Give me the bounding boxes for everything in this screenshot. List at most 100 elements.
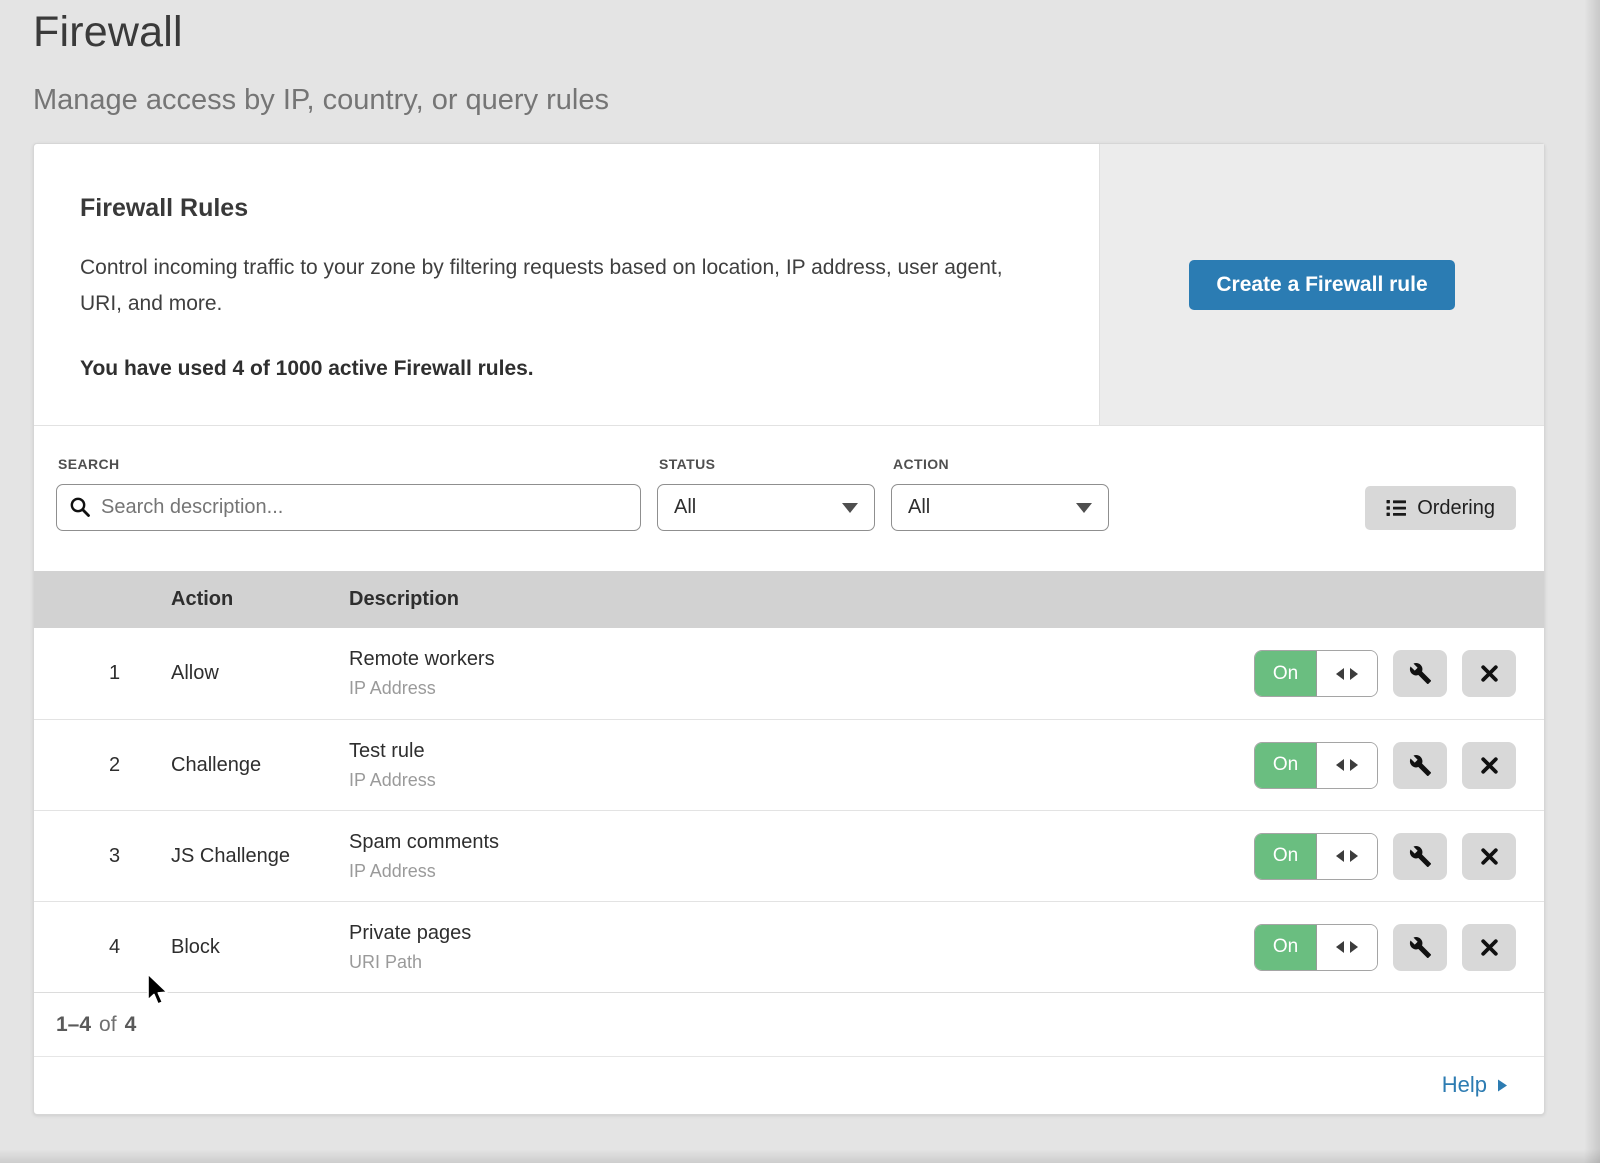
pagination-range: 1–4 [56,1013,91,1037]
help-link[interactable]: Help [1442,1072,1508,1098]
action-label: ACTION [893,456,1109,472]
page-title: Firewall [33,8,1600,57]
close-icon [1479,663,1500,684]
toggle-on-label: On [1255,834,1317,879]
table-row: 2 Challenge Test rule IP Address On [34,719,1544,810]
left-right-arrows-icon [1334,757,1360,773]
search-input[interactable] [56,484,641,531]
pagination: 1–4 of 4 [34,992,1544,1056]
pagination-total: 4 [125,1013,137,1037]
action-column-header: Action [171,588,349,611]
rules-table: Action Description 1 Allow Remote worker… [34,571,1544,1113]
status-label: STATUS [659,456,875,472]
rule-description: Remote workers [349,648,1254,671]
edit-rule-button[interactable] [1393,833,1447,880]
rules-usage-text: You have used 4 of 1000 active Firewall … [80,357,1043,381]
left-right-arrows-icon [1334,666,1360,682]
toggle-handle [1317,743,1377,788]
toggle-on-label: On [1255,925,1317,970]
rule-match-type: URI Path [349,952,1254,973]
rule-action: Block [171,936,349,959]
page-header: Firewall Manage access by IP, country, o… [0,0,1600,117]
edit-rule-button[interactable] [1393,924,1447,971]
table-row: 3 JS Challenge Spam comments IP Address … [34,810,1544,901]
rule-controls: On [1254,833,1544,880]
rule-action: Allow [171,662,349,685]
edit-rule-button[interactable] [1393,742,1447,789]
action-filter-group: ACTION All [891,456,1109,531]
help-link-label: Help [1442,1072,1487,1098]
left-right-arrows-icon [1334,939,1360,955]
left-right-arrows-icon [1334,848,1360,864]
firewall-rules-card: Firewall Rules Control incoming traffic … [33,143,1545,1115]
action-select[interactable]: All [891,484,1109,531]
wrench-icon [1409,936,1432,959]
help-arrow-icon [1496,1078,1508,1093]
card-top-section: Firewall Rules Control incoming traffic … [34,144,1544,426]
ordering-button[interactable]: Ordering [1365,486,1516,530]
rule-enabled-toggle[interactable]: On [1254,742,1378,789]
rule-priority: 3 [34,845,171,868]
close-icon [1479,755,1500,776]
toggle-handle [1317,651,1377,696]
rule-match-type: IP Address [349,770,1254,791]
rule-description-cell: Remote workers IP Address [349,648,1254,699]
pagination-of-label: of [99,1013,117,1037]
page-subtitle: Manage access by IP, country, or query r… [33,84,1600,117]
toggle-handle [1317,834,1377,879]
rule-enabled-toggle[interactable]: On [1254,650,1378,697]
card-description: Control incoming traffic to your zone by… [80,250,1040,322]
chevron-down-icon [1076,503,1092,513]
rules-table-body: 1 Allow Remote workers IP Address On [34,628,1544,992]
filter-bar: SEARCH STATUS All ACTION All [34,426,1544,571]
help-row: Help [34,1056,1544,1113]
card-intro: Firewall Rules Control incoming traffic … [34,144,1089,425]
rule-action: Challenge [171,754,349,777]
rule-description-cell: Spam comments IP Address [349,831,1254,882]
delete-rule-button[interactable] [1462,650,1516,697]
delete-rule-button[interactable] [1462,833,1516,880]
edit-rule-button[interactable] [1393,650,1447,697]
wrench-icon [1409,754,1432,777]
card-heading: Firewall Rules [80,194,1043,223]
ordering-button-label: Ordering [1417,497,1495,520]
status-select[interactable]: All [657,484,875,531]
action-select-value: All [908,496,1076,519]
rule-action: JS Challenge [171,845,349,868]
rule-priority: 1 [34,662,171,685]
rule-enabled-toggle[interactable]: On [1254,924,1378,971]
create-firewall-rule-button[interactable]: Create a Firewall rule [1189,260,1454,310]
toggle-on-label: On [1255,651,1317,696]
rule-description: Test rule [349,740,1254,763]
rule-description-cell: Test rule IP Address [349,740,1254,791]
ordered-list-icon [1386,498,1406,518]
close-icon [1479,937,1500,958]
search-icon [69,496,91,518]
rule-description-cell: Private pages URI Path [349,922,1254,973]
rule-controls: On [1254,742,1544,789]
table-row: 4 Block Private pages URI Path On [34,901,1544,992]
create-rule-panel: Create a Firewall rule [1099,144,1544,425]
search-label: SEARCH [58,456,641,472]
rule-controls: On [1254,924,1544,971]
status-filter-group: STATUS All [657,456,875,531]
rule-description: Private pages [349,922,1254,945]
rule-match-type: IP Address [349,678,1254,699]
wrench-icon [1409,662,1432,685]
delete-rule-button[interactable] [1462,742,1516,789]
search-wrap [56,484,641,531]
rule-priority: 2 [34,754,171,777]
table-row: 1 Allow Remote workers IP Address On [34,628,1544,719]
search-filter-group: SEARCH [56,456,641,531]
rule-description: Spam comments [349,831,1254,854]
rule-match-type: IP Address [349,861,1254,882]
delete-rule-button[interactable] [1462,924,1516,971]
toggle-on-label: On [1255,743,1317,788]
chevron-down-icon [842,503,858,513]
rules-table-header: Action Description [34,571,1544,628]
toggle-handle [1317,925,1377,970]
close-icon [1479,846,1500,867]
status-select-value: All [674,496,842,519]
rule-enabled-toggle[interactable]: On [1254,833,1378,880]
rule-priority: 4 [34,936,171,959]
